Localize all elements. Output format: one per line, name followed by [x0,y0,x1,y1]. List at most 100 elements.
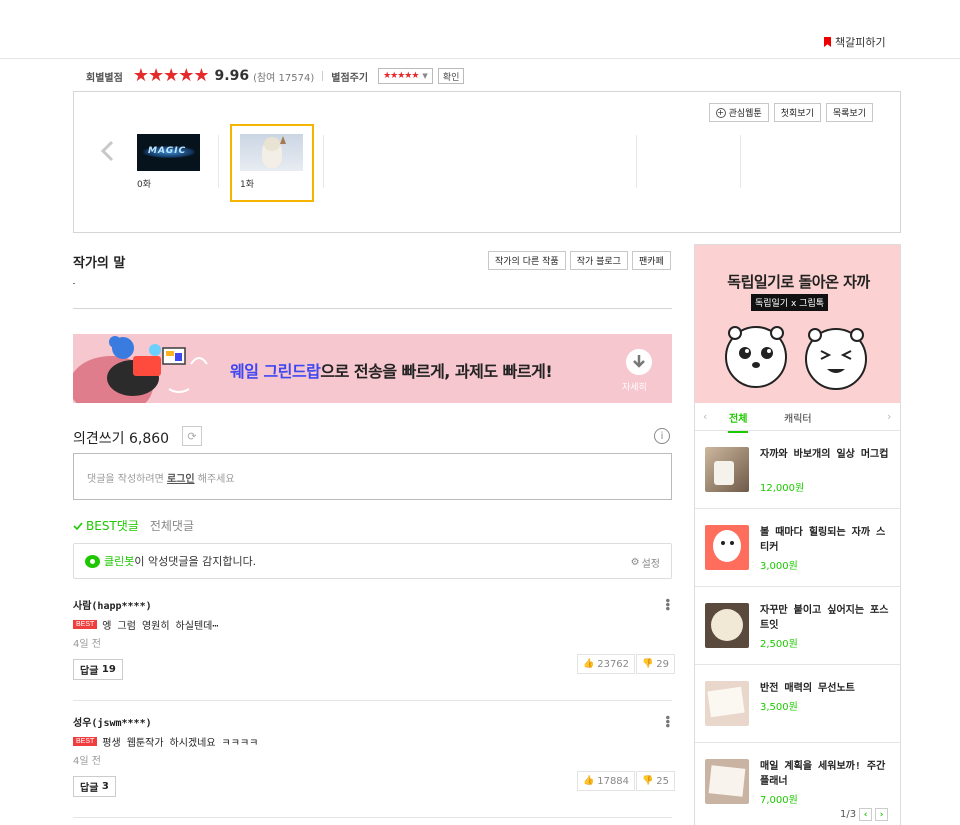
author-note-body [73,283,75,284]
product-image [705,603,749,648]
product-price: 3,500원 [760,702,798,713]
interest-button[interactable]: + 관심웹툰 [708,103,769,122]
chevron-left-icon[interactable] [100,140,114,162]
login-link[interactable]: 로그인 [167,474,195,485]
banner-text: 웨일 그린드랍으로 전송을 빠르게, 과제도 빠르게! [230,358,553,382]
author-note-title: 작가의 말 [73,256,126,271]
cleanbot-setting-button[interactable]: ⚙ 설정 [631,555,660,570]
more-options-icon[interactable]: ••• [660,714,674,726]
bookmark-label: 책갈피하기 [835,36,886,49]
like-button[interactable]: 👍 17884 [577,771,636,791]
comment-body: BEST 평생 웹툰작가 하시겠네요 ㅋㅋㅋㅋ [73,734,258,749]
rating-label: 회별별점 [86,72,123,84]
product-item[interactable]: 자꾸만 붙이고 싶어지는 포스트잇 2,500원 [695,587,900,665]
first-episode-button[interactable]: 첫회보기 [773,103,821,122]
chevron-right-icon[interactable]: › [887,410,891,423]
comment-title-label: 의견쓰기 [73,431,125,447]
gear-icon: ⚙ [630,557,640,568]
episode-thumbnail-text: MAGIC [148,146,187,156]
download-icon[interactable] [626,349,652,375]
fancafe-button[interactable]: 팬카페 [631,251,671,270]
reply-button[interactable]: 답글 3 [73,776,116,797]
like-button[interactable]: 👍 23762 [577,654,636,674]
comment-title: 의견쓰기 6,860 [73,428,169,448]
comment-placeholder-post: 해주세요 [194,474,235,485]
product-price: 12,000원 [760,483,805,494]
chevron-left-icon[interactable]: ‹ [703,410,707,423]
thumbs-down-icon: 👎 [642,659,654,669]
comment-body: BEST 엥 그럼 영원히 하실텐데⋯ [73,617,218,632]
store-hero[interactable]: 독립일기로 돌아온 자까 독립일기 x 그립톡 [695,245,900,403]
chevron-left-icon[interactable]: ‹ [859,808,873,821]
star-icon: ★ [132,65,149,86]
bookmark-button[interactable]: 책갈피하기 [824,34,886,50]
episode-item[interactable]: MAGIC 0화 [137,134,201,190]
product-item[interactable]: 자까와 바보개의 일상 머그컵 12,000원 [695,431,900,509]
episode-label: 1화 [240,180,255,190]
header-divider [0,58,960,59]
banner-detail-label: 자세히 [622,383,647,393]
divider [323,135,324,188]
product-name: 반전 매력의 무선노트 [760,683,855,694]
like-count: 23762 [597,658,630,670]
tab-best-label: BEST댓글 [86,519,139,533]
tab-all[interactable]: 전체 [727,410,749,433]
rating-confirm-button[interactable]: 확인 [437,68,465,84]
other-works-button[interactable]: 작가의 다른 작품 [488,251,566,270]
author-blog-button[interactable]: 작가 블로그 [569,251,628,270]
store-tabs: ‹ 전체 캐릭터 › [695,403,900,433]
ad-banner[interactable]: 웨일 그린드랍으로 전송을 빠르게, 과제도 빠르게! 자세히 [73,334,672,403]
banner-illustration [73,336,208,403]
chevron-right-icon[interactable]: › [875,808,889,821]
comment-text: 엥 그럼 영원히 하실텐데⋯ [102,621,219,632]
info-icon[interactable]: i [654,428,670,444]
more-options-icon[interactable]: ••• [660,597,674,609]
cleanbot-icon [85,554,100,568]
store-sidebar: 독립일기로 돌아온 자까 독립일기 x 그립톡 ‹ 전체 캐릭터 › 자까와 바… [694,244,901,825]
bookmark-icon [824,37,831,47]
product-name: 자까와 바보개의 일상 머그컵 [760,449,889,460]
star-icon: ★ [193,65,210,86]
rating-stars: ★ ★ ★ ★ ★ [132,65,210,86]
star-icon: ★ [147,65,165,86]
product-name: 매일 계획을 세워보까! 주간플래너 [760,761,886,787]
product-price: 7,000원 [760,795,798,806]
reply-button[interactable]: 답글 19 [73,659,123,680]
dislike-button[interactable]: 👎 25 [636,771,675,791]
comment-user: 사람(happ****) [73,601,152,612]
product-item[interactable]: 반전 매력의 무선노트 3,500원 [695,665,900,743]
product-price: 3,000원 [760,561,798,572]
rating-count: (참여 17574) [253,72,315,84]
thumbs-up-icon: 👍 [583,659,595,669]
product-item[interactable]: 볼 때마다 힐링되는 자까 스티커 3,000원 [695,509,900,587]
tab-best-comments[interactable]: BEST댓글 [73,517,139,534]
rating-row: 회별별점 ★ ★ ★ ★ ★ 9.96 (참여 17574) 별점주기 ★★★★★ ▼ … [86,65,465,86]
comment-input[interactable]: 댓글을 작성하려면 로그인 해주세요 [73,453,672,500]
like-count: 17884 [597,775,630,787]
episode-list-button[interactable]: 목록보기 [825,103,873,122]
product-image [705,525,749,570]
product-image [705,681,749,726]
comment-tabs: BEST댓글 전체댓글 [73,517,194,534]
rating-select[interactable]: ★★★★★ ▼ [378,68,433,84]
cleanbot-setting-label: 설정 [641,559,660,570]
product-name: 볼 때마다 힐링되는 자까 스티커 [760,527,886,553]
tab-character[interactable]: 캐릭터 [784,410,812,425]
comment-placeholder-pre: 댓글을 작성하려면 [87,474,167,485]
section-divider [73,308,672,309]
reply-count: 19 [101,664,116,675]
thumbs-up-icon: 👍 [583,776,595,786]
refresh-icon[interactable]: ⟳ [182,426,202,446]
episode-item-current[interactable]: 1화 [240,134,304,190]
episode-thumbnail [240,134,303,171]
store-subtitle: 독립일기 x 그립톡 [751,294,829,311]
check-icon [73,521,83,530]
episode-thumbnail: MAGIC [137,134,200,171]
comment-item: 성우(jswm****) ••• BEST 평생 웹툰작가 하시겠네요 ㅋㅋㅋㅋ… [73,714,675,818]
comment-text: 평생 웹툰작가 하시겠네요 ㅋㅋㅋㅋ [102,738,259,749]
tab-all-comments[interactable]: 전체댓글 [150,517,194,534]
star-icons: ★★★★★ [383,71,419,81]
give-rating-label: 별점주기 [331,72,369,84]
dislike-button[interactable]: 👎 29 [636,654,675,674]
pager-label: 1/3 [840,809,857,820]
